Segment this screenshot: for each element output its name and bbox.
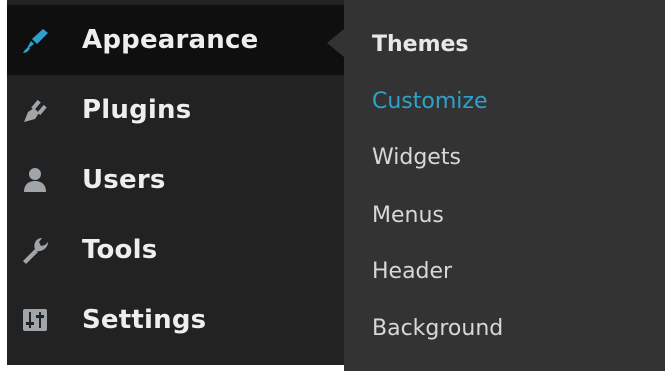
user-icon <box>19 164 51 196</box>
sidebar-item-users[interactable]: Users <box>7 145 344 215</box>
sidebar-item-label: Appearance <box>82 25 259 55</box>
sidebar-item-settings[interactable]: Settings <box>7 285 344 355</box>
admin-menu-frame: Appearance Plugins Users Tools Settings … <box>0 0 665 371</box>
sidebar-item-label: Tools <box>82 235 158 265</box>
submenu-item-themes[interactable]: Themes <box>372 24 469 64</box>
submenu-item-widgets[interactable]: Widgets <box>372 137 461 177</box>
sidebar-item-label: Users <box>82 165 166 195</box>
submenu-item-menus[interactable]: Menus <box>372 195 444 235</box>
sidebar-item-appearance[interactable]: Appearance <box>7 5 344 75</box>
admin-sidebar: Appearance Plugins Users Tools Settings <box>7 0 344 365</box>
wrench-icon <box>19 234 51 266</box>
sliders-icon <box>19 304 51 336</box>
paintbrush-icon <box>19 24 51 56</box>
submenu-item-background[interactable]: Background <box>372 308 503 348</box>
sidebar-item-tools[interactable]: Tools <box>7 215 344 285</box>
sidebar-item-plugins[interactable]: Plugins <box>7 75 344 145</box>
sidebar-item-label: Settings <box>82 305 207 335</box>
submenu-item-header[interactable]: Header <box>372 251 452 291</box>
submenu-pointer-arrow <box>327 29 344 57</box>
submenu-item-customize[interactable]: Customize <box>372 81 487 121</box>
appearance-submenu: Themes Customize Widgets Menus Header Ba… <box>344 0 665 371</box>
plug-icon <box>19 94 51 126</box>
sidebar-item-label: Plugins <box>82 95 192 125</box>
